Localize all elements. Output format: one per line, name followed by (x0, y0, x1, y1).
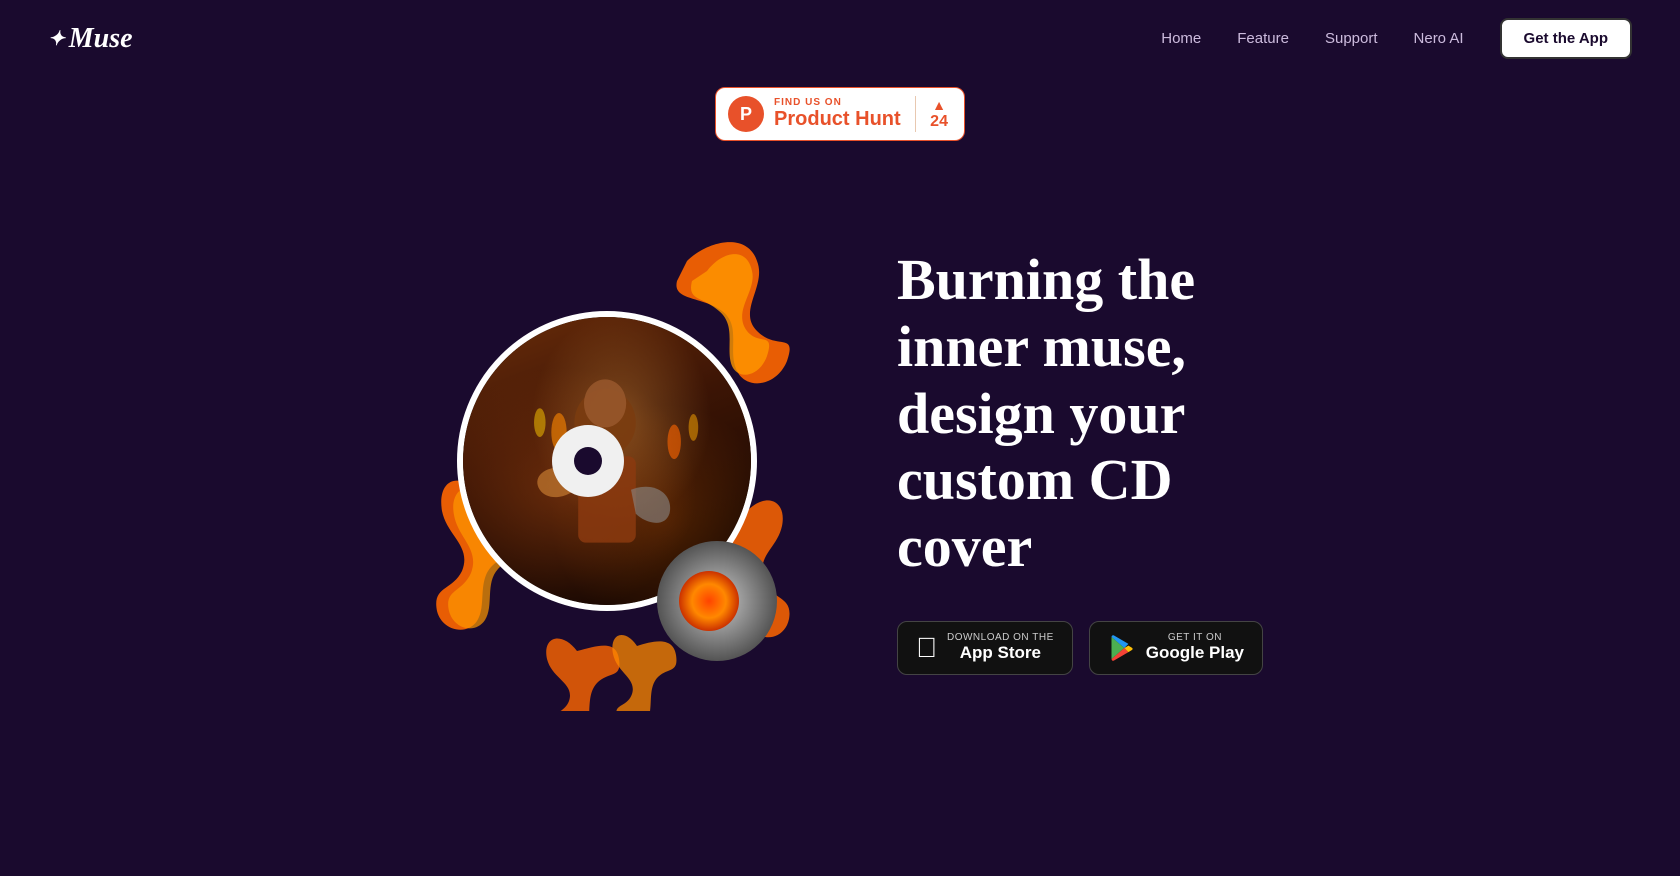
hero-heading-line5: cover (897, 514, 1032, 579)
appstore-big-label: App Store (947, 643, 1054, 663)
product-hunt-find-label: FIND US ON (774, 97, 901, 108)
googleplay-text: GET IT ON Google Play (1146, 632, 1244, 663)
hero-section: Burning the inner muse, design your cust… (0, 161, 1680, 761)
logo-text: Muse (69, 23, 133, 55)
nav-links: Home Feature Support Nero AI Get the App (1161, 18, 1632, 59)
hero-text-area: Burning the inner muse, design your cust… (897, 247, 1263, 674)
product-hunt-text: FIND US ON Product Hunt (774, 97, 901, 131)
product-hunt-icon: P (728, 96, 764, 132)
vote-arrow-icon: ▲ (932, 97, 946, 113)
hero-heading-line2: inner muse, (897, 314, 1186, 379)
appstore-small-label: Download on the (947, 632, 1054, 643)
logo-star: ✦ (48, 26, 65, 51)
nav-feature[interactable]: Feature (1237, 30, 1289, 47)
googleplay-big-label: Google Play (1146, 643, 1244, 663)
product-hunt-votes: ▲ 24 (930, 97, 948, 131)
google-play-icon (1108, 634, 1136, 662)
nav-home[interactable]: Home (1161, 30, 1201, 47)
hero-heading: Burning the inner muse, design your cust… (897, 247, 1263, 580)
googleplay-small-label: GET IT ON (1146, 632, 1244, 643)
store-buttons-row:  Download on the App Store GET IT ON Go (897, 621, 1263, 675)
apple-icon:  (916, 632, 937, 664)
vote-count: 24 (930, 113, 948, 131)
hero-heading-line1: Burning the (897, 247, 1195, 312)
googleplay-button[interactable]: GET IT ON Google Play (1089, 621, 1263, 675)
appstore-text: Download on the App Store (947, 632, 1054, 663)
product-hunt-divider (915, 96, 917, 132)
hero-heading-line4: custom CD (897, 447, 1172, 512)
appstore-button[interactable]:  Download on the App Store (897, 621, 1073, 675)
nav-support[interactable]: Support (1325, 30, 1378, 47)
product-hunt-badge[interactable]: P FIND US ON Product Hunt ▲ 24 (715, 87, 965, 141)
cd-center-hole (552, 425, 624, 497)
cd-hole-inner (574, 447, 602, 475)
product-hunt-section: P FIND US ON Product Hunt ▲ 24 (0, 87, 1680, 141)
nav-nero-ai[interactable]: Nero AI (1414, 30, 1464, 47)
hero-heading-line3: design your (897, 381, 1185, 446)
get-app-button[interactable]: Get the App (1500, 18, 1632, 59)
logo[interactable]: ✦ Muse (48, 23, 133, 55)
navbar: ✦ Muse Home Feature Support Nero AI Get … (0, 0, 1680, 77)
cd-visual (417, 251, 797, 671)
cd-reflection (657, 541, 777, 661)
cd-glow (679, 571, 739, 631)
product-hunt-name: Product Hunt (774, 108, 901, 131)
